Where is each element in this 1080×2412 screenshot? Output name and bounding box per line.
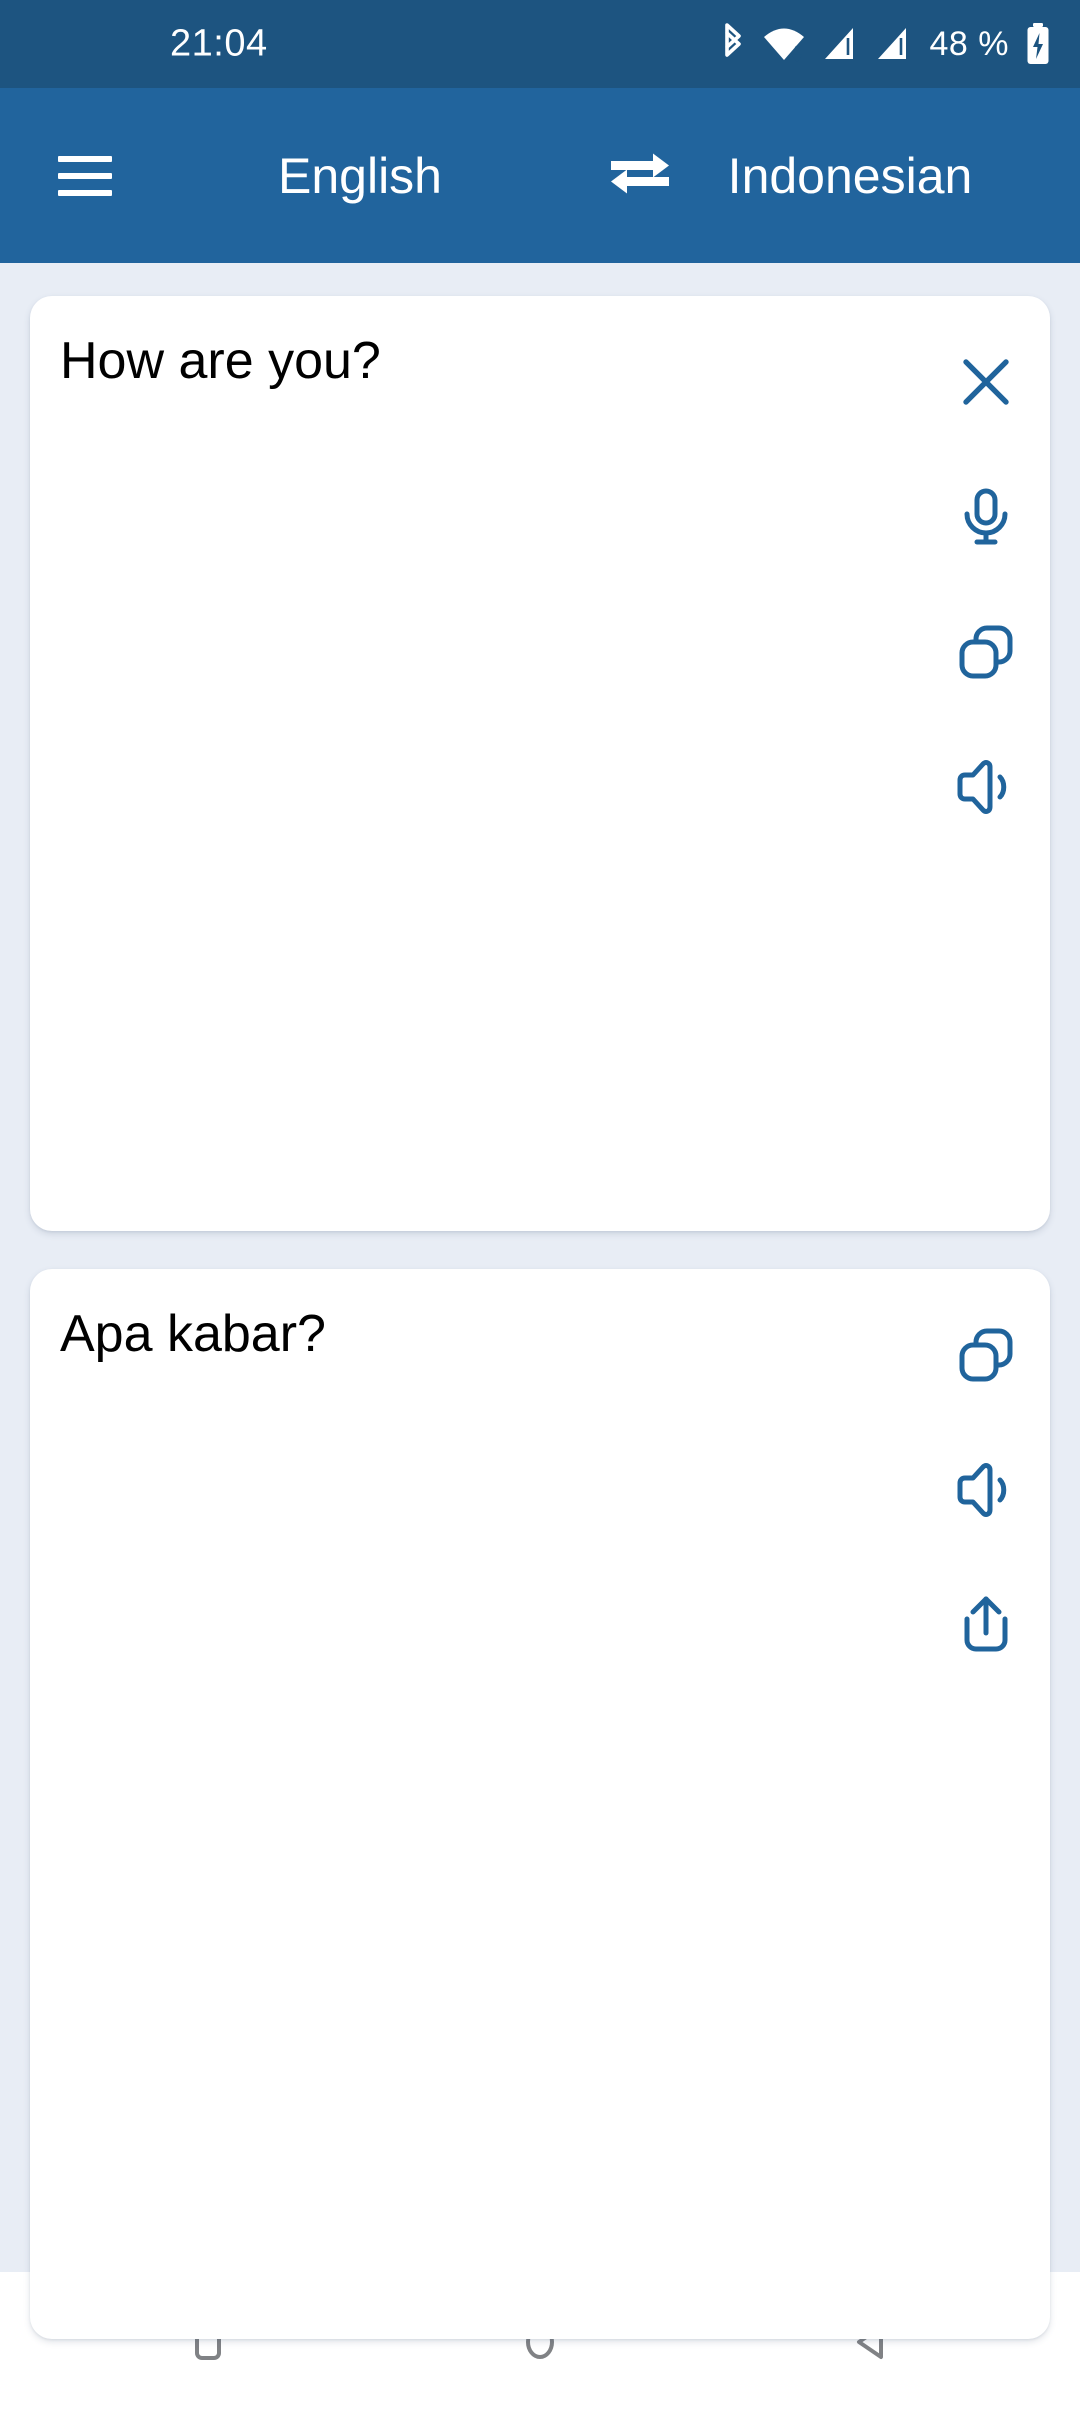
battery-percent-label: 48 % xyxy=(929,24,1009,63)
status-bar: 21:04 48 % xyxy=(0,0,1080,88)
voice-input-button[interactable] xyxy=(938,469,1034,565)
target-card-actions xyxy=(922,1303,1050,2339)
target-text-card[interactable]: Apa kabar? xyxy=(30,1269,1050,2339)
signal-sim1-icon xyxy=(820,22,860,66)
target-text[interactable]: Apa kabar? xyxy=(30,1303,922,2339)
speaker-icon xyxy=(954,1458,1018,1522)
hamburger-menu-icon[interactable] xyxy=(58,155,112,196)
app-bar: English Indonesian xyxy=(0,88,1080,263)
source-text[interactable]: How are you? xyxy=(30,330,922,1231)
bluetooth-icon xyxy=(718,22,748,66)
translation-content: How are you? Apa kabar? xyxy=(0,263,1080,2339)
share-button[interactable] xyxy=(938,1577,1034,1673)
status-bar-clock: 21:04 xyxy=(170,22,268,65)
copy-button[interactable] xyxy=(938,1307,1034,1403)
copy-icon xyxy=(954,620,1018,684)
app-screen: 21:04 48 % English Indonesian How are yo… xyxy=(0,0,1080,2412)
speaker-icon xyxy=(954,755,1018,819)
speak-button[interactable] xyxy=(938,1442,1034,1538)
share-icon xyxy=(954,1593,1018,1657)
clear-button[interactable] xyxy=(938,334,1034,430)
copy-button[interactable] xyxy=(938,604,1034,700)
battery-charging-icon xyxy=(1024,21,1052,67)
speak-button[interactable] xyxy=(938,739,1034,835)
wifi-icon xyxy=(761,22,807,66)
copy-icon xyxy=(954,1323,1018,1387)
target-language-selector[interactable]: Indonesian xyxy=(660,147,1040,205)
source-card-actions xyxy=(922,330,1050,1231)
close-icon xyxy=(954,350,1018,414)
status-bar-indicators: 48 % xyxy=(718,21,1053,67)
signal-sim2-icon xyxy=(873,22,913,66)
source-language-selector[interactable]: English xyxy=(160,147,560,205)
microphone-icon xyxy=(954,485,1018,549)
source-text-card[interactable]: How are you? xyxy=(30,296,1050,1231)
